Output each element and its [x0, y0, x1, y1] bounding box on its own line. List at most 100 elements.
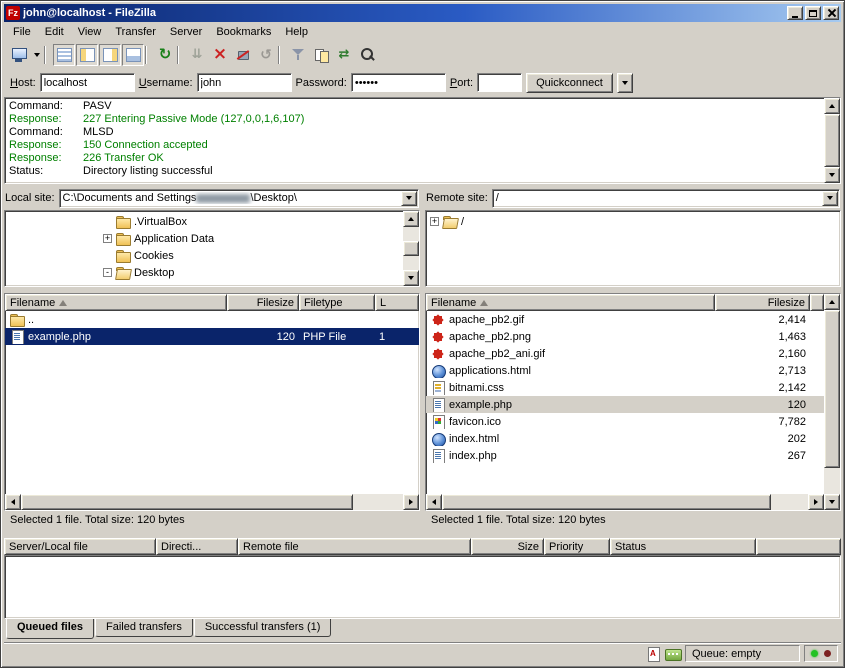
scroll-right-button[interactable]: [808, 494, 824, 510]
menu-item-edit[interactable]: Edit: [38, 24, 71, 40]
scroll-right-button[interactable]: [403, 494, 419, 510]
tree-expander[interactable]: -: [103, 268, 112, 277]
scroll-up-button[interactable]: [824, 98, 840, 114]
message-log-toggle-icon[interactable]: [53, 44, 75, 66]
tab-queued-files[interactable]: Queued files: [6, 619, 94, 639]
close-button[interactable]: [823, 6, 839, 20]
menu-item-file[interactable]: File: [6, 24, 38, 40]
scroll-up-button[interactable]: [403, 211, 419, 227]
remote-site-combo[interactable]: /: [492, 189, 840, 208]
column-last-modified[interactable]: L: [375, 294, 419, 311]
column-filename[interactable]: Filename: [5, 294, 227, 311]
file-row[interactable]: apache_pb2.png 1,463: [426, 328, 824, 345]
filezilla-logo-icon[interactable]: Fz: [6, 6, 20, 20]
titlebar: Fz john@localhost - FileZilla: [4, 4, 841, 22]
refresh-icon[interactable]: [154, 44, 176, 66]
scroll-track[interactable]: [824, 310, 840, 494]
column-remote-file[interactable]: Remote file: [238, 538, 471, 555]
horizontal-splitter[interactable]: [4, 531, 841, 537]
scroll-left-button[interactable]: [5, 494, 21, 510]
quickconnect-button[interactable]: Quickconnect: [526, 73, 613, 93]
directory-comparison-icon[interactable]: [310, 44, 332, 66]
tree-item[interactable]: Cookies: [5, 247, 403, 264]
column-status[interactable]: Status: [610, 538, 756, 555]
file-row[interactable]: ..: [5, 311, 419, 328]
username-input[interactable]: [197, 73, 292, 92]
local-site-dropdown-button[interactable]: [401, 191, 417, 206]
menu-item-bookmarks[interactable]: Bookmarks: [209, 24, 278, 40]
scroll-track[interactable]: [824, 114, 840, 167]
scroll-track[interactable]: [442, 494, 808, 510]
scroll-thumb[interactable]: [21, 494, 353, 510]
file-row[interactable]: applications.html 2,713: [426, 362, 824, 379]
scroll-up-button[interactable]: [824, 294, 840, 310]
process-queue-icon[interactable]: [186, 44, 208, 66]
scroll-thumb[interactable]: [824, 114, 840, 167]
file-row[interactable]: bitnami.css 2,142: [426, 379, 824, 396]
remote-list-vertical-scrollbar[interactable]: [824, 294, 840, 510]
column-server-local-file[interactable]: Server/Local file: [4, 538, 156, 555]
local-tree-vertical-scrollbar[interactable]: [403, 211, 419, 286]
menu-item-server[interactable]: Server: [163, 24, 209, 40]
reconnect-icon[interactable]: [255, 44, 277, 66]
column-direction[interactable]: Directi...: [156, 538, 238, 555]
site-manager-dropdown-icon[interactable]: [31, 44, 43, 66]
disconnect-icon[interactable]: [232, 44, 254, 66]
remote-site-dropdown-button[interactable]: [822, 191, 838, 206]
scroll-thumb[interactable]: [403, 241, 419, 256]
file-row[interactable]: example.php 120: [426, 396, 824, 413]
column-filename[interactable]: Filename: [426, 294, 715, 311]
menu-item-view[interactable]: View: [71, 24, 109, 40]
password-input[interactable]: [351, 73, 446, 92]
speed-limit-icon[interactable]: [665, 647, 681, 661]
quickconnect-dropdown-button[interactable]: [617, 73, 633, 93]
directory-filter-icon[interactable]: [287, 44, 309, 66]
tree-expander[interactable]: +: [103, 234, 112, 243]
scroll-down-button[interactable]: [824, 167, 840, 183]
scroll-thumb[interactable]: [824, 310, 840, 468]
synchronized-browsing-icon[interactable]: [333, 44, 355, 66]
remote-tree-toggle-icon[interactable]: [99, 44, 121, 66]
cancel-transfer-icon[interactable]: [209, 44, 231, 66]
minimize-button[interactable]: [787, 6, 803, 20]
tree-expander[interactable]: +: [430, 217, 439, 226]
menu-item-transfer[interactable]: Transfer: [108, 24, 163, 40]
tab-successful-transfers[interactable]: Successful transfers (1): [194, 619, 332, 637]
host-input[interactable]: [40, 73, 135, 92]
file-row[interactable]: favicon.ico 7,782: [426, 413, 824, 430]
tree-item[interactable]: + /: [426, 213, 840, 230]
column-priority[interactable]: Priority: [544, 538, 610, 555]
local-tree-toggle-icon[interactable]: [76, 44, 98, 66]
log-vertical-scrollbar[interactable]: [824, 98, 840, 183]
tree-item[interactable]: - Desktop: [5, 264, 403, 281]
file-row[interactable]: apache_pb2_ani.gif 2,160: [426, 345, 824, 362]
scroll-down-button[interactable]: [403, 270, 419, 286]
port-input[interactable]: [477, 73, 522, 92]
scroll-track[interactable]: [403, 227, 419, 270]
site-manager-icon[interactable]: [8, 44, 30, 66]
scroll-track[interactable]: [21, 494, 403, 510]
column-filesize[interactable]: Filesize: [715, 294, 810, 311]
scroll-thumb[interactable]: [442, 494, 771, 510]
menu-item-help[interactable]: Help: [278, 24, 315, 40]
local-site-combo[interactable]: C:\Documents and Settings\Desktop\: [59, 189, 419, 208]
tree-item[interactable]: .VirtualBox: [5, 213, 403, 230]
scroll-left-button[interactable]: [426, 494, 442, 510]
file-row[interactable]: index.html 202: [426, 430, 824, 447]
find-files-icon[interactable]: [356, 44, 378, 66]
file-row[interactable]: apache_pb2.gif 2,414: [426, 311, 824, 328]
column-filesize[interactable]: Filesize: [227, 294, 299, 311]
transfer-queue-toggle-icon[interactable]: [122, 44, 144, 66]
tree-item[interactable]: + Application Data: [5, 230, 403, 247]
local-list-horizontal-scrollbar[interactable]: [5, 494, 419, 510]
maximize-button[interactable]: [805, 6, 821, 20]
column-size[interactable]: Size: [471, 538, 544, 555]
transfer-queue-list[interactable]: [4, 555, 841, 619]
queue-header: Server/Local file Directi... Remote file…: [4, 538, 841, 555]
tab-failed-transfers[interactable]: Failed transfers: [95, 619, 193, 637]
remote-list-horizontal-scrollbar[interactable]: [426, 494, 824, 510]
scroll-down-button[interactable]: [824, 494, 840, 510]
column-filetype[interactable]: Filetype: [299, 294, 375, 311]
file-row[interactable]: example.php 120 PHP File 1: [5, 328, 419, 345]
file-row[interactable]: index.php 267: [426, 447, 824, 464]
